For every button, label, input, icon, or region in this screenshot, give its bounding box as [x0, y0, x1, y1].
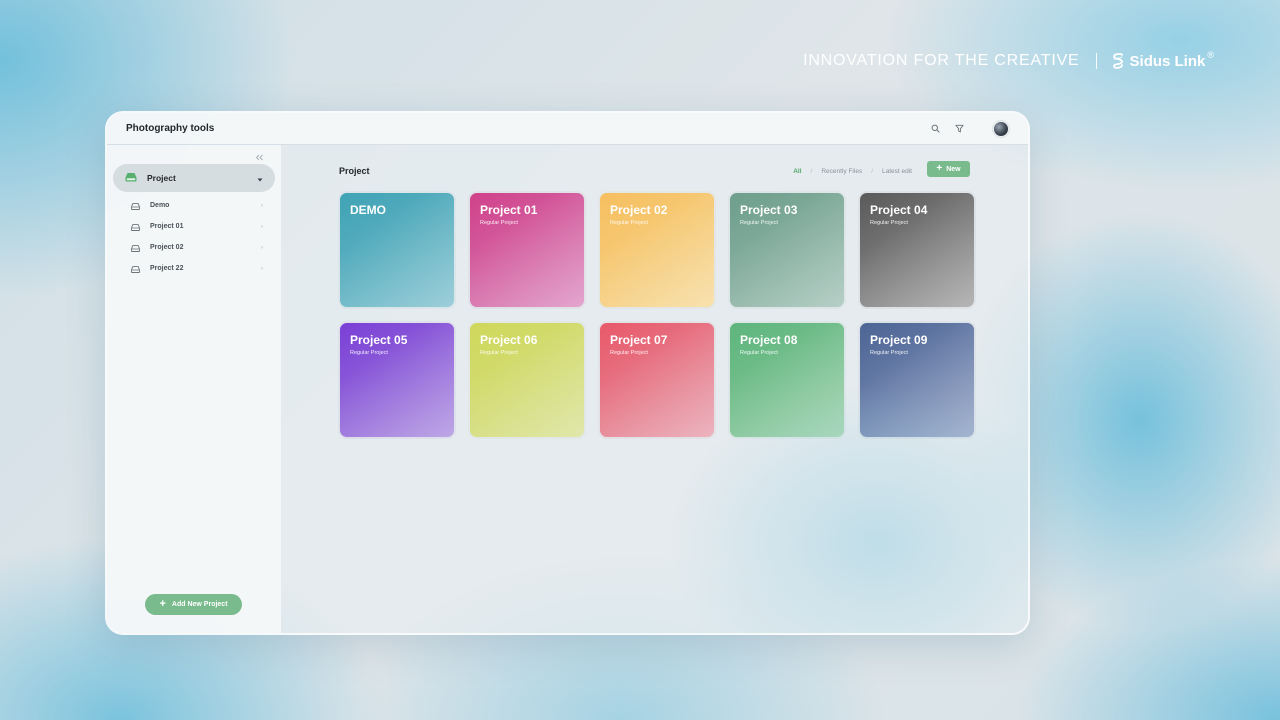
- brand-divider: [1095, 53, 1097, 69]
- main-content: Project All / Recently Files / Latest ed…: [281, 145, 1028, 633]
- project-card[interactable]: Project 06 Regular Project: [468, 321, 586, 439]
- project-card-subtitle: Regular Project: [740, 350, 778, 356]
- sidebar-item-label: Project 01: [150, 223, 184, 230]
- project-card[interactable]: DEMO: [338, 191, 456, 309]
- chevron-right-icon: ›: [261, 244, 263, 251]
- project-card-title: Project 01: [480, 203, 538, 217]
- drive-icon: [131, 239, 140, 257]
- sidebar-project-section[interactable]: Project: [113, 164, 275, 192]
- project-grid: DEMO Project 01 Regular Project Project …: [338, 191, 976, 439]
- project-card[interactable]: Project 02 Regular Project: [598, 191, 716, 309]
- project-card[interactable]: Project 04 Regular Project: [858, 191, 976, 309]
- plus-icon: +: [159, 598, 166, 610]
- chevron-right-icon: ›: [261, 223, 263, 230]
- brand-registered-mark: ®: [1207, 50, 1214, 60]
- plus-icon: +: [936, 163, 943, 174]
- chevron-right-icon: ›: [261, 202, 263, 209]
- project-card-subtitle: Regular Project: [480, 220, 518, 226]
- project-card[interactable]: Project 09 Regular Project: [858, 321, 976, 439]
- filter-separator: /: [871, 168, 873, 175]
- add-new-project-label: Add New Project: [171, 601, 228, 608]
- drive-icon: [125, 169, 137, 187]
- project-card-subtitle: Regular Project: [610, 350, 648, 356]
- filter-latest-edit[interactable]: Latest edit: [882, 168, 912, 175]
- sidebar-item-label: Project 22: [150, 265, 184, 272]
- project-card-title: Project 07: [610, 333, 668, 347]
- project-card-title: Project 04: [870, 203, 928, 217]
- project-card-title: Project 06: [480, 333, 538, 347]
- project-card-subtitle: Regular Project: [350, 350, 388, 356]
- title-bar-actions: [929, 120, 1009, 137]
- drive-icon: [131, 218, 140, 236]
- caret-down-icon: [257, 169, 263, 187]
- project-card-title: Project 09: [870, 333, 928, 347]
- project-card[interactable]: Project 07 Regular Project: [598, 321, 716, 439]
- sidebar-item-project-02[interactable]: Project 02 ›: [107, 237, 281, 258]
- chevron-right-icon: ›: [261, 265, 263, 272]
- sidebar: Project Demo › Project 01 › Project 02 ›: [107, 145, 281, 633]
- brand-name: Sidus Link: [1129, 52, 1206, 70]
- sidebar-item-project-22[interactable]: Project 22 ›: [107, 258, 281, 279]
- drive-icon: [131, 260, 140, 278]
- project-card-title: Project 02: [610, 203, 668, 217]
- project-card[interactable]: Project 08 Regular Project: [728, 321, 846, 439]
- project-card-title: Project 03: [740, 203, 798, 217]
- project-card-subtitle: Regular Project: [870, 220, 908, 226]
- sidebar-item-project-01[interactable]: Project 01 ›: [107, 216, 281, 237]
- drive-icon: [131, 197, 140, 215]
- sidebar-item-label: Project 02: [150, 244, 184, 251]
- title-bar: Photography tools: [107, 113, 1028, 145]
- add-new-project-button[interactable]: + Add New Project: [145, 594, 242, 615]
- sidebar-section-label: Project: [147, 173, 176, 183]
- search-icon[interactable]: [929, 123, 941, 135]
- project-card-title: Project 05: [350, 333, 408, 347]
- filter-icon[interactable]: [953, 123, 965, 135]
- sidebar-item-demo[interactable]: Demo ›: [107, 195, 281, 216]
- project-card[interactable]: Project 05 Regular Project: [338, 321, 456, 439]
- brand-tagline: INNOVATION FOR THE CREATIVE: [803, 52, 1080, 69]
- collapse-sidebar-icon[interactable]: [253, 152, 265, 162]
- sidebar-project-list: Demo › Project 01 › Project 02 › Project…: [107, 195, 281, 279]
- app-title: Photography tools: [126, 123, 215, 134]
- project-card-subtitle: Regular Project: [870, 350, 908, 356]
- project-card-subtitle: Regular Project: [740, 220, 778, 226]
- new-button-label: New: [946, 165, 961, 173]
- project-card-subtitle: Regular Project: [610, 220, 648, 226]
- brand-header: INNOVATION FOR THE CREATIVE Sidus Link ®: [803, 50, 1214, 70]
- project-card-title: Project 08: [740, 333, 798, 347]
- project-card-title: DEMO: [350, 203, 386, 217]
- page-title: Project: [339, 166, 370, 176]
- filter-all[interactable]: All: [793, 168, 801, 175]
- app-window: Photography tools Project Demo › Project…: [105, 111, 1030, 635]
- project-card-subtitle: Regular Project: [480, 350, 518, 356]
- filter-recently-files[interactable]: Recently Files: [821, 168, 862, 175]
- sidebar-item-label: Demo: [150, 202, 170, 209]
- project-card[interactable]: Project 03 Regular Project: [728, 191, 846, 309]
- new-button[interactable]: + New: [927, 161, 970, 177]
- filter-separator: /: [810, 168, 813, 175]
- sidus-logo-icon: [1112, 53, 1123, 69]
- filter-tabs: All / Recently Files / Latest edit: [793, 168, 912, 175]
- avatar[interactable]: [993, 120, 1009, 137]
- brand-logo: Sidus Link ®: [1111, 50, 1214, 70]
- project-card[interactable]: Project 01 Regular Project: [468, 191, 586, 309]
